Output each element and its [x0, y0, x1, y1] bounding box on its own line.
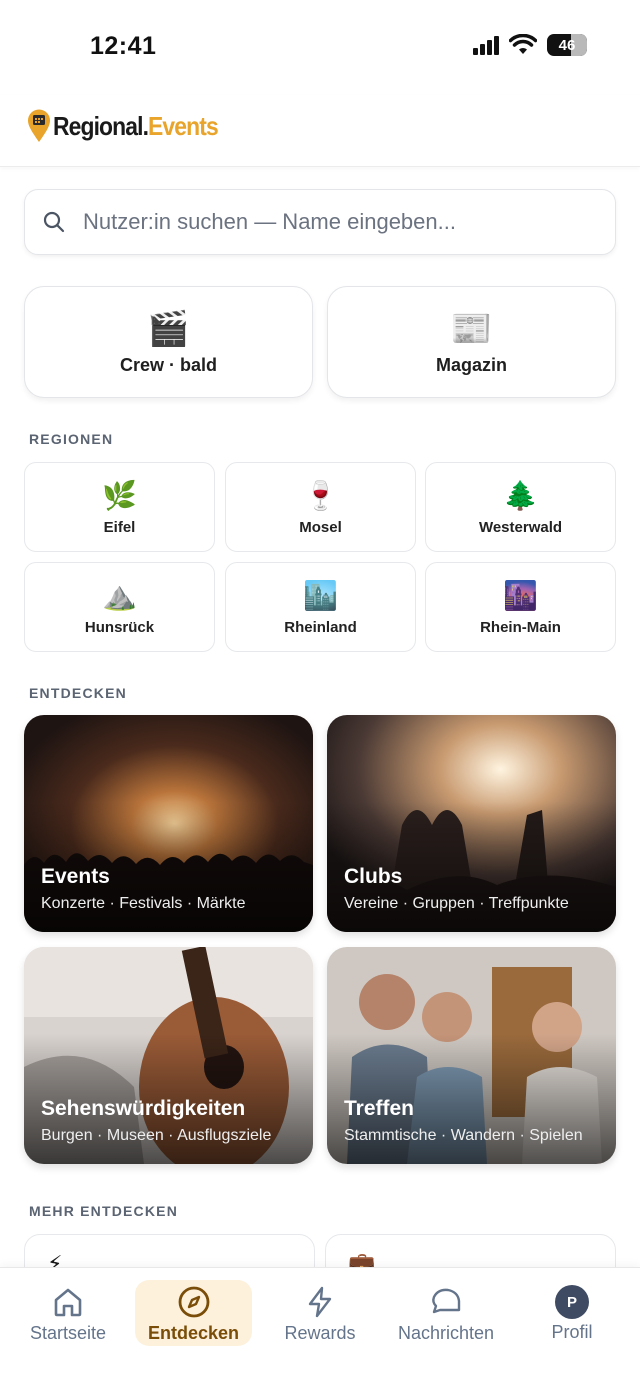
- region-label: Rhein-Main: [480, 618, 561, 636]
- battery-level: 46: [558, 36, 576, 54]
- logo-text-events: Events: [148, 110, 219, 141]
- region-rhein-main[interactable]: 🌆 Rhein-Main: [425, 562, 616, 652]
- home-icon: [54, 1288, 82, 1317]
- tile-title: Sehenswürdigkeiten: [41, 1097, 246, 1120]
- tab-nachrichten[interactable]: Nachrichten: [390, 1280, 502, 1346]
- tile-subtitle: Burgen · Museen · Ausflugsziele: [41, 1127, 272, 1144]
- tab-profil[interactable]: P Profil: [532, 1280, 612, 1346]
- region-hunsrueck[interactable]: ⛰️ Hunsrück: [24, 562, 215, 652]
- status-icons: 46: [473, 34, 587, 56]
- lightning-icon: [308, 1286, 332, 1318]
- tile-events[interactable]: Events Konzerte · Festivals · Märkte: [24, 715, 313, 932]
- leaf-icon: 🌿: [102, 479, 137, 511]
- region-label: Westerwald: [478, 518, 563, 536]
- search-icon: [43, 211, 65, 233]
- region-rheinland[interactable]: 🏙️ Rheinland: [225, 562, 416, 652]
- tab-label: Startseite: [29, 1323, 107, 1343]
- status-bar: 12:41 46: [0, 0, 640, 95]
- tile-treffen[interactable]: Treffen Stammtische · Wandern · Spielen: [327, 947, 616, 1164]
- crew-label: Crew · bald: [119, 354, 217, 375]
- chat-bubble-icon: [432, 1288, 461, 1314]
- city-sunset-icon: 🌆: [503, 579, 538, 611]
- discover-heading: ENTDECKEN: [29, 685, 127, 701]
- location-pin-icon: [28, 109, 50, 142]
- tab-label: Profil: [551, 1322, 593, 1342]
- search-bar[interactable]: [24, 189, 616, 255]
- signal-icon: [473, 35, 499, 55]
- app-header: Regional.Events: [0, 95, 640, 167]
- magazin-button[interactable]: 📰 Magazin: [327, 286, 616, 398]
- logo-text-regional: Regional.: [53, 110, 149, 141]
- search-input[interactable]: [83, 209, 583, 235]
- wifi-icon: [509, 34, 537, 54]
- newspaper-icon: 📰: [450, 309, 493, 348]
- logo-text: Regional.Events: [53, 110, 219, 142]
- more-heading: MEHR ENTDECKEN: [29, 1203, 179, 1219]
- tile-title: Clubs: [344, 865, 403, 888]
- region-label: Rheinland: [284, 618, 357, 636]
- bottom-tab-bar: Startseite Entdecken Rewards Nachrichten…: [0, 1267, 640, 1390]
- tab-label: Rewards: [284, 1323, 356, 1343]
- region-label: Eifel: [103, 518, 136, 536]
- tile-title: Treffen: [344, 1097, 415, 1120]
- region-label: Hunsrück: [84, 618, 155, 636]
- tile-subtitle: Konzerte · Festivals · Märkte: [41, 895, 246, 912]
- tab-startseite[interactable]: Startseite: [18, 1280, 118, 1346]
- tile-subtitle: Vereine · Gruppen · Treffpunkte: [344, 895, 569, 912]
- tile-subtitle: Stammtische · Wandern · Spielen: [344, 1127, 583, 1144]
- tile-clubs[interactable]: Clubs Vereine · Gruppen · Treffpunkte: [327, 715, 616, 932]
- tree-icon: 🌲: [503, 479, 538, 511]
- logo[interactable]: Regional.Events: [27, 109, 240, 143]
- battery-icon: 46: [547, 34, 587, 56]
- region-eifel[interactable]: 🌿 Eifel: [24, 462, 215, 552]
- clapperboard-icon: 🎬: [147, 309, 190, 348]
- avatar-icon: P: [555, 1285, 589, 1319]
- wine-glass-icon: 🍷: [303, 479, 338, 511]
- status-time: 12:41: [90, 32, 157, 60]
- compass-icon: [178, 1286, 209, 1318]
- tab-entdecken[interactable]: Entdecken: [135, 1280, 252, 1346]
- tab-rewards[interactable]: Rewards: [275, 1280, 365, 1346]
- mountain-icon: ⛰️: [102, 579, 137, 611]
- region-westerwald[interactable]: 🌲 Westerwald: [425, 462, 616, 552]
- region-label: Mosel: [299, 518, 342, 536]
- cityscape-icon: 🏙️: [303, 579, 338, 611]
- region-mosel[interactable]: 🍷 Mosel: [225, 462, 416, 552]
- tile-title: Events: [41, 865, 110, 888]
- magazin-label: Magazin: [435, 354, 507, 375]
- tab-label: Nachrichten: [397, 1323, 495, 1343]
- tab-label: Entdecken: [147, 1323, 240, 1343]
- crew-button[interactable]: 🎬 Crew · bald: [24, 286, 313, 398]
- regions-heading: REGIONEN: [29, 431, 114, 447]
- tile-sehenswuerdigkeiten[interactable]: Sehenswürdigkeiten Burgen · Museen · Aus…: [24, 947, 313, 1164]
